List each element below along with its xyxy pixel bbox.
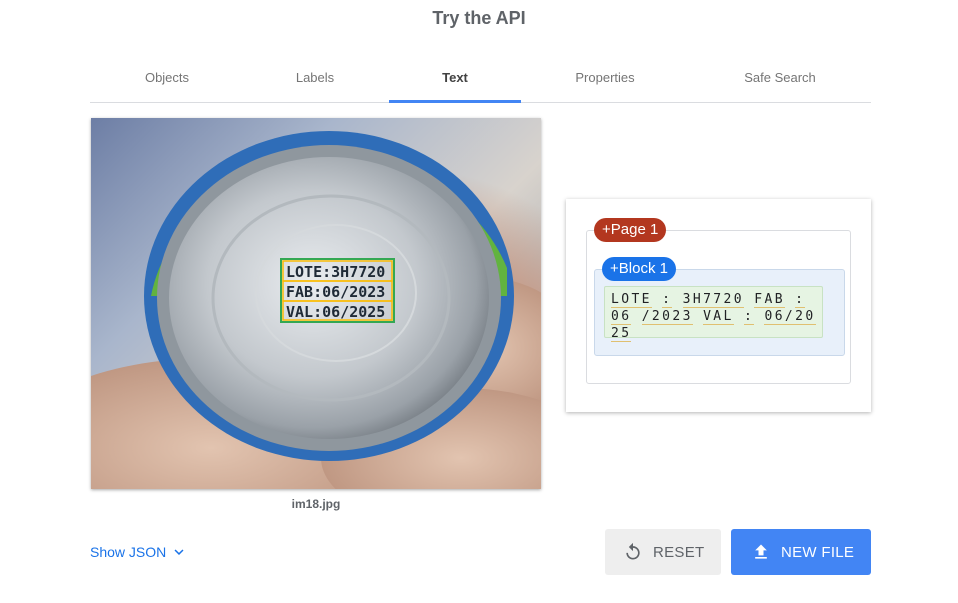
new-file-label: NEW FILE bbox=[781, 543, 855, 561]
word[interactable]: : bbox=[744, 309, 755, 325]
tab-text[interactable]: Text bbox=[389, 62, 521, 103]
upload-icon bbox=[751, 542, 771, 562]
image-filename: im18.jpg bbox=[291, 497, 341, 511]
tab-safe-search[interactable]: Safe Search bbox=[726, 62, 834, 102]
word[interactable]: : bbox=[662, 292, 673, 308]
refresh-icon bbox=[623, 542, 643, 562]
reset-label: RESET bbox=[653, 543, 705, 561]
page-result: LOTE : 3H7720 FAB : 06 /2023 VAL : 06/20… bbox=[586, 230, 851, 384]
show-json-toggle[interactable]: Show JSON bbox=[90, 543, 188, 561]
page-title: Try the API bbox=[432, 8, 526, 28]
uploaded-image: LOTE:3H7720 FAB:06/2023 VAL:06/2025 bbox=[91, 118, 541, 489]
word[interactable]: /2023 bbox=[641, 309, 693, 325]
block-result: LOTE : 3H7720 FAB : 06 /2023 VAL : 06/20… bbox=[594, 269, 845, 356]
paragraph-text: LOTE : 3H7720 FAB : 06 /2023 VAL : 06/20… bbox=[611, 291, 822, 342]
reset-button[interactable]: RESET bbox=[605, 529, 721, 575]
chevron-down-icon bbox=[170, 543, 188, 561]
detected-line-2: FAB:06/2023 bbox=[286, 283, 385, 301]
word[interactable]: : bbox=[795, 292, 806, 308]
show-json-label: Show JSON bbox=[90, 544, 167, 560]
word[interactable]: LOTE bbox=[611, 292, 652, 308]
text-result-panel: LOTE : 3H7720 FAB : 06 /2023 VAL : 06/20… bbox=[566, 199, 871, 412]
tab-labels[interactable]: Labels bbox=[273, 62, 357, 102]
new-file-button[interactable]: NEW FILE bbox=[731, 529, 871, 575]
page-toggle[interactable]: +Page 1 bbox=[594, 218, 667, 242]
word[interactable]: VAL bbox=[703, 309, 734, 325]
tab-properties[interactable]: Properties bbox=[560, 62, 650, 102]
word[interactable]: FAB bbox=[754, 292, 785, 308]
detected-line-3: VAL:06/2025 bbox=[286, 303, 385, 321]
detected-line-1: LOTE:3H7720 bbox=[286, 263, 385, 281]
word[interactable]: 3H7720 bbox=[682, 292, 744, 308]
block-toggle[interactable]: +Block 1 bbox=[602, 257, 676, 281]
word[interactable]: 06 bbox=[611, 309, 632, 325]
tab-objects[interactable]: Objects bbox=[124, 62, 210, 102]
paragraph-result: LOTE : 3H7720 FAB : 06 /2023 VAL : 06/20… bbox=[604, 286, 823, 342]
tab-bar: Objects Labels Text Properties Safe Sear… bbox=[90, 62, 871, 103]
